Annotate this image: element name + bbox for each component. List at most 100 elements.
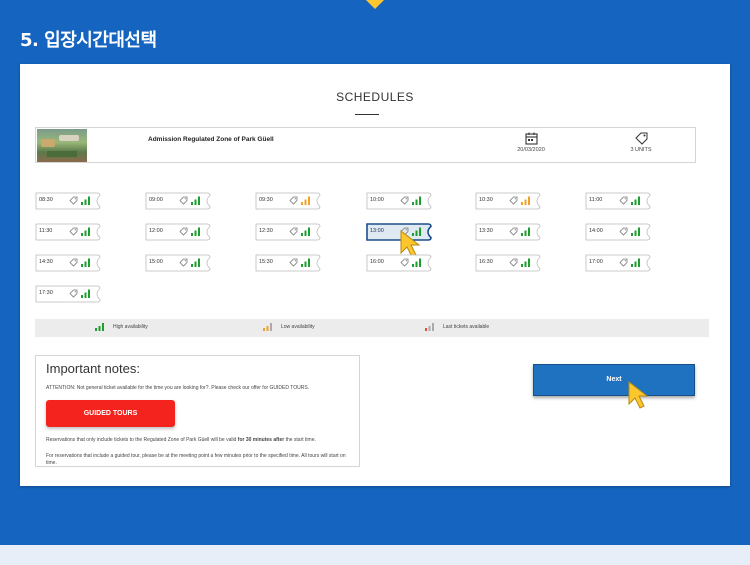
- signal-bars-icon: [81, 227, 90, 236]
- units-value: 3 UNITS: [630, 147, 652, 153]
- signal-bars-icon: [301, 227, 310, 236]
- time-slot[interactable]: 12:30: [255, 223, 323, 241]
- time-slot[interactable]: 10:00: [366, 192, 434, 210]
- time-slot[interactable]: 08:30: [35, 192, 103, 210]
- notes-title: Important notes:: [46, 361, 140, 376]
- slot-time: 14:00: [589, 228, 603, 234]
- signal-bars-icon: [301, 258, 310, 267]
- signal-bars-icon: [521, 227, 530, 236]
- slot-time: 11:30: [39, 228, 53, 234]
- ticket-tag-icon: [635, 132, 648, 145]
- signal-bars-icon: [412, 196, 421, 205]
- signal-bars-icon: [81, 196, 90, 205]
- signal-bars-icon: [631, 258, 640, 267]
- slot-time: 09:30: [259, 197, 273, 203]
- notes-attention: ATTENTION: Not general ticket available …: [46, 385, 310, 391]
- time-slot[interactable]: 11:30: [35, 223, 103, 241]
- slot-time: 13:30: [479, 228, 493, 234]
- slot-time: 10:30: [479, 197, 493, 203]
- time-slot[interactable]: 09:00: [145, 192, 213, 210]
- time-slot[interactable]: 15:30: [255, 254, 323, 272]
- signal-bars-icon: [81, 289, 90, 298]
- legend-medium: Low availability: [263, 323, 315, 331]
- slot-time: 16:00: [370, 259, 384, 265]
- availability-legend: High availability Low availability Last …: [35, 319, 709, 337]
- ticket-tag-icon: [400, 258, 409, 267]
- slot-time: 12:30: [259, 228, 273, 234]
- summary-units: 3 UNITS: [626, 132, 656, 153]
- notes-validity-bold: for 30 minutes after: [237, 437, 285, 443]
- ticket-tag-icon: [289, 196, 298, 205]
- slot-time: 17:30: [39, 290, 53, 296]
- summary-date: 20/03/2020: [516, 132, 546, 153]
- next-button[interactable]: Next: [533, 364, 695, 396]
- ticket-tag-icon: [619, 196, 628, 205]
- ticket-tag-icon: [289, 227, 298, 236]
- slot-time: 13:00: [370, 228, 384, 234]
- top-chevron-icon: [366, 0, 384, 9]
- ticket-tag-icon: [179, 196, 188, 205]
- signal-bars-icon: [95, 323, 104, 331]
- page-footer-band: [0, 545, 750, 565]
- notes-validity-text: Reservations that only include tickets t…: [46, 437, 238, 443]
- slot-time: 11:00: [589, 197, 603, 203]
- signal-bars-icon: [191, 196, 200, 205]
- park-guell-thumbnail: [37, 129, 87, 162]
- signal-bars-icon: [412, 258, 421, 267]
- ticket-tag-icon: [400, 196, 409, 205]
- signal-bars-icon: [81, 258, 90, 267]
- signal-bars-icon: [191, 227, 200, 236]
- schedules-card: SCHEDULES Admission Regulated Zone of Pa…: [20, 64, 730, 486]
- time-slot[interactable]: 16:00: [366, 254, 434, 272]
- time-slot[interactable]: 14:30: [35, 254, 103, 272]
- time-slot[interactable]: 11:00: [585, 192, 653, 210]
- notes-validity: Reservations that only include tickets t…: [46, 437, 351, 443]
- time-slot[interactable]: 17:30: [35, 285, 103, 303]
- calendar-icon: [524, 132, 538, 145]
- signal-bars-icon: [521, 258, 530, 267]
- legend-medium-label: Low availability: [281, 324, 315, 330]
- ticket-tag-icon: [619, 258, 628, 267]
- slot-time: 09:00: [149, 197, 163, 203]
- time-slot[interactable]: 09:30: [255, 192, 323, 210]
- important-notes: Important notes: ATTENTION: Not general …: [35, 355, 360, 467]
- time-slot[interactable]: 16:30: [475, 254, 543, 272]
- time-slot[interactable]: 13:30: [475, 223, 543, 241]
- time-slot[interactable]: 17:00: [585, 254, 653, 272]
- slot-time: 15:00: [149, 259, 163, 265]
- time-slot[interactable]: 10:30: [475, 192, 543, 210]
- signal-bars-icon: [191, 258, 200, 267]
- date-value: 20/03/2020: [517, 147, 545, 153]
- section-title: 5. 입장시간대선택: [20, 30, 157, 51]
- ticket-tag-icon: [69, 227, 78, 236]
- slot-time: 15:30: [259, 259, 273, 265]
- legend-low-label: Last tickets available: [443, 324, 490, 330]
- time-slot[interactable]: 15:00: [145, 254, 213, 272]
- signal-bars-icon: [631, 196, 640, 205]
- ticket-tag-icon: [509, 196, 518, 205]
- product-name: Admission Regulated Zone of Park Güell: [148, 136, 274, 143]
- booking-summary: Admission Regulated Zone of Park Güell 2…: [35, 127, 696, 163]
- guided-tours-button[interactable]: GUIDED TOURS: [46, 400, 175, 427]
- notes-guided-info: For reservations that include a guided t…: [46, 453, 346, 466]
- signal-bars-icon: [301, 196, 310, 205]
- legend-low: Last tickets available: [425, 323, 489, 331]
- signal-bars-icon: [521, 196, 530, 205]
- time-slot[interactable]: 14:00: [585, 223, 653, 241]
- ticket-tag-icon: [179, 258, 188, 267]
- ticket-tag-icon: [509, 227, 518, 236]
- slot-time: 14:30: [39, 259, 53, 265]
- heading-underline: [355, 114, 379, 115]
- ticket-tag-icon: [509, 258, 518, 267]
- signal-bars-icon: [631, 227, 640, 236]
- slot-time: 08:30: [39, 197, 53, 203]
- ticket-tag-icon: [619, 227, 628, 236]
- ticket-tag-icon: [69, 289, 78, 298]
- slot-time: 16:30: [479, 259, 493, 265]
- time-slot[interactable]: 12:00: [145, 223, 213, 241]
- schedules-heading: SCHEDULES: [336, 90, 414, 104]
- ticket-tag-icon: [69, 258, 78, 267]
- slot-time: 10:00: [370, 197, 384, 203]
- signal-bars-icon: [425, 323, 434, 331]
- slot-time: 17:00: [589, 259, 603, 265]
